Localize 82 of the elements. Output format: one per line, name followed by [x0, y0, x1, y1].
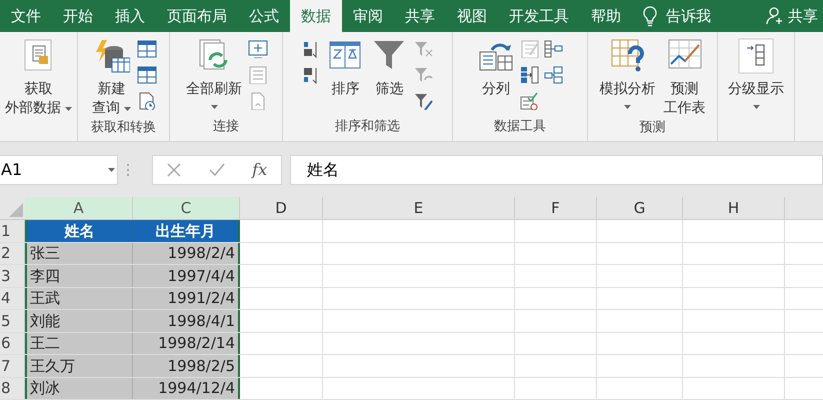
table-cell[interactable]: 1994/12/4	[133, 378, 240, 399]
table-cell[interactable]: 出生年月	[133, 220, 240, 242]
dropdown-caret-icon	[108, 168, 115, 172]
table-cell[interactable]: 1997/4/4	[133, 265, 240, 286]
table-cell[interactable]: 1998/2/5	[133, 355, 240, 376]
name-box[interactable]: A1	[0, 155, 118, 185]
clock-document-icon[interactable]	[137, 92, 157, 110]
column-header[interactable]: C	[133, 197, 240, 219]
table-cell[interactable]: 姓名	[25, 220, 133, 242]
table-cell[interactable]: 王武	[25, 288, 133, 309]
ribbon-button[interactable]: 获取 外部数据	[3, 38, 74, 118]
column-header[interactable]: A	[25, 197, 133, 219]
tell-me-field[interactable]: 告诉我	[666, 4, 711, 28]
group-label: 获取和转换	[91, 120, 156, 135]
ribbon-tab[interactable]: 数据	[290, 0, 342, 32]
dropdown-caret-icon[interactable]	[752, 105, 760, 109]
person-icon	[766, 6, 784, 26]
ribbon-tab[interactable]: 帮助	[580, 0, 632, 32]
row-header[interactable]: 8	[0, 378, 25, 399]
share-button[interactable]: 共享	[766, 0, 823, 32]
ribbon-button[interactable]: 排序	[326, 38, 366, 99]
column-header[interactable]: F	[515, 197, 597, 219]
row-header[interactable]: 6	[0, 332, 25, 354]
row-header[interactable]: 7	[0, 355, 25, 376]
ribbon-tab[interactable]: 审阅	[342, 0, 394, 32]
dropdown-caret-icon[interactable]	[210, 105, 218, 109]
question-grid-icon	[610, 38, 646, 74]
connection-icon[interactable]	[248, 40, 268, 58]
lightbulb-icon[interactable]	[642, 5, 658, 27]
table-cell[interactable]: 张三	[25, 242, 133, 264]
ribbon-tab[interactable]: 页面布局	[156, 0, 238, 32]
column-header[interactable]: E	[323, 197, 515, 219]
column-header[interactable]: G	[597, 197, 683, 219]
database-icon	[94, 38, 130, 74]
ribbon-button[interactable]: 新建 查询	[90, 38, 133, 118]
row-header[interactable]: 5	[0, 310, 25, 332]
insert-function-button[interactable]: fx	[252, 158, 268, 182]
group-label: 连接	[213, 119, 239, 134]
data-validation-icon[interactable]	[520, 92, 540, 110]
relationships-icon[interactable]	[544, 66, 564, 84]
ribbon-tab[interactable]: 公式	[238, 0, 290, 32]
ribbon-tab[interactable]: 文件	[0, 0, 52, 32]
remove-duplicates-icon[interactable]	[520, 66, 540, 84]
table-cell[interactable]: 1998/2/14	[133, 332, 240, 354]
table-icon[interactable]	[137, 40, 157, 58]
grip-icon	[126, 163, 130, 177]
dropdown-caret-icon[interactable]	[124, 106, 131, 110]
table-cell[interactable]: 刘冰	[25, 378, 133, 399]
ribbon-tab[interactable]: 视图	[446, 0, 498, 32]
ribbon-tab[interactable]: 开发工具	[498, 0, 580, 32]
dropdown-caret-icon[interactable]	[624, 105, 631, 109]
table-cell[interactable]: 刘能	[25, 310, 133, 332]
ribbon-tab[interactable]: 插入	[104, 0, 156, 32]
outline-icon	[738, 38, 774, 74]
group-label: 预测	[640, 120, 666, 135]
table-cell[interactable]: 王二	[25, 332, 133, 354]
ribbon-tab[interactable]: 开始	[52, 0, 104, 32]
consolidate-icon[interactable]	[544, 40, 564, 58]
group-label: 数据工具	[494, 119, 546, 134]
row-header[interactable]: 3	[0, 265, 25, 286]
group-label: 排序和筛选	[335, 119, 400, 134]
ribbon-button[interactable]: 模拟分析	[598, 38, 658, 115]
table-cell[interactable]: 王久万	[25, 355, 133, 376]
dropdown-caret-icon[interactable]	[65, 106, 72, 110]
table-cell[interactable]: 1991/2/4	[133, 288, 240, 309]
row-header[interactable]: 4	[0, 288, 25, 309]
ribbon-button[interactable]: 分列	[476, 38, 516, 99]
ribbon-tab[interactable]: 共享	[394, 0, 446, 32]
table-cell[interactable]: 1998/4/1	[133, 310, 240, 332]
ribbon-button[interactable]: 分级显示	[726, 38, 786, 115]
advanced-filter-icon[interactable]	[414, 92, 434, 110]
table-icon[interactable]	[137, 66, 157, 84]
formula-field[interactable]: 姓名	[290, 155, 823, 185]
ribbon-button[interactable]: 全部刷新	[184, 38, 244, 115]
table-cell[interactable]: 1998/2/4	[133, 242, 240, 264]
ribbon-button[interactable]: 筛选	[370, 38, 410, 99]
row-header[interactable]: 1	[0, 220, 25, 242]
ribbon-button[interactable]: 预测 工作表	[662, 38, 708, 118]
column-header[interactable]: D	[240, 197, 323, 219]
row-header[interactable]: 2	[0, 242, 25, 264]
table-cell[interactable]: 李四	[25, 265, 133, 286]
column-header[interactable]: H	[683, 197, 785, 219]
